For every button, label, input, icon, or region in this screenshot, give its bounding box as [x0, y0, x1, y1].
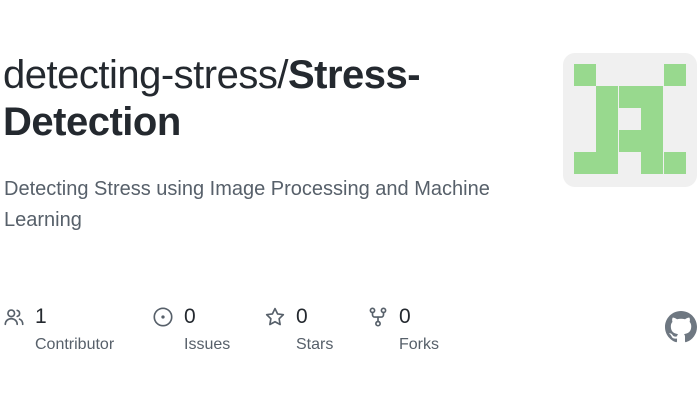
forks-count: 0	[399, 305, 411, 328]
issue-opened-icon	[152, 306, 174, 328]
contributors-label: Contributor	[35, 336, 115, 353]
repo-description: Detecting Stress using Image Processing …	[4, 178, 490, 231]
stars-count: 0	[296, 305, 308, 328]
repo-forked-icon	[367, 306, 389, 328]
identicon-pattern	[574, 64, 686, 174]
repo-social-card: detecting-stress/Stress-Detection Detect…	[0, 0, 700, 400]
repo-identicon	[563, 53, 697, 187]
stars-label: Stars	[296, 336, 334, 353]
people-icon	[3, 306, 25, 328]
contributors-count: 1	[35, 305, 47, 328]
repo-title[interactable]: detecting-stress/Stress-Detection	[3, 52, 523, 146]
repo-stats: 1 Contributor 0 Issues 0 Stars 0 Forks	[0, 303, 520, 363]
forks-label: Forks	[399, 336, 439, 353]
issues-label: Issues	[184, 336, 231, 353]
issues-count: 0	[184, 305, 196, 328]
repo-owner[interactable]: detecting-stress/	[3, 53, 288, 97]
star-icon	[264, 306, 286, 328]
github-mark-icon[interactable]	[665, 311, 697, 343]
